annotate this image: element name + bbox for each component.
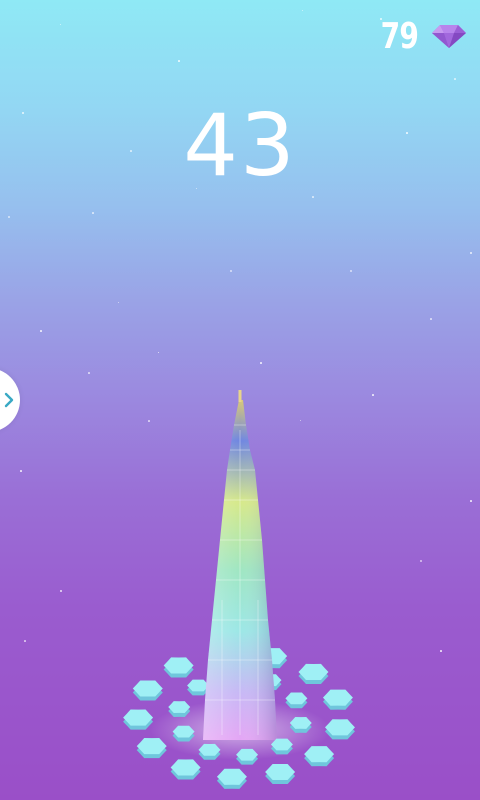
hex-tile <box>163 657 194 678</box>
game-stage[interactable]: 43 79 <box>0 0 480 800</box>
hex-tile <box>265 763 296 785</box>
hex-tile <box>170 759 201 780</box>
hex-tile <box>123 709 154 730</box>
voxel-tower <box>203 390 277 740</box>
hex-tile <box>324 719 355 740</box>
tower-scene <box>123 390 355 789</box>
hex-tile <box>132 680 163 701</box>
hex-tile <box>298 663 329 685</box>
hex-tile <box>216 768 247 789</box>
hex-tile <box>322 689 353 710</box>
